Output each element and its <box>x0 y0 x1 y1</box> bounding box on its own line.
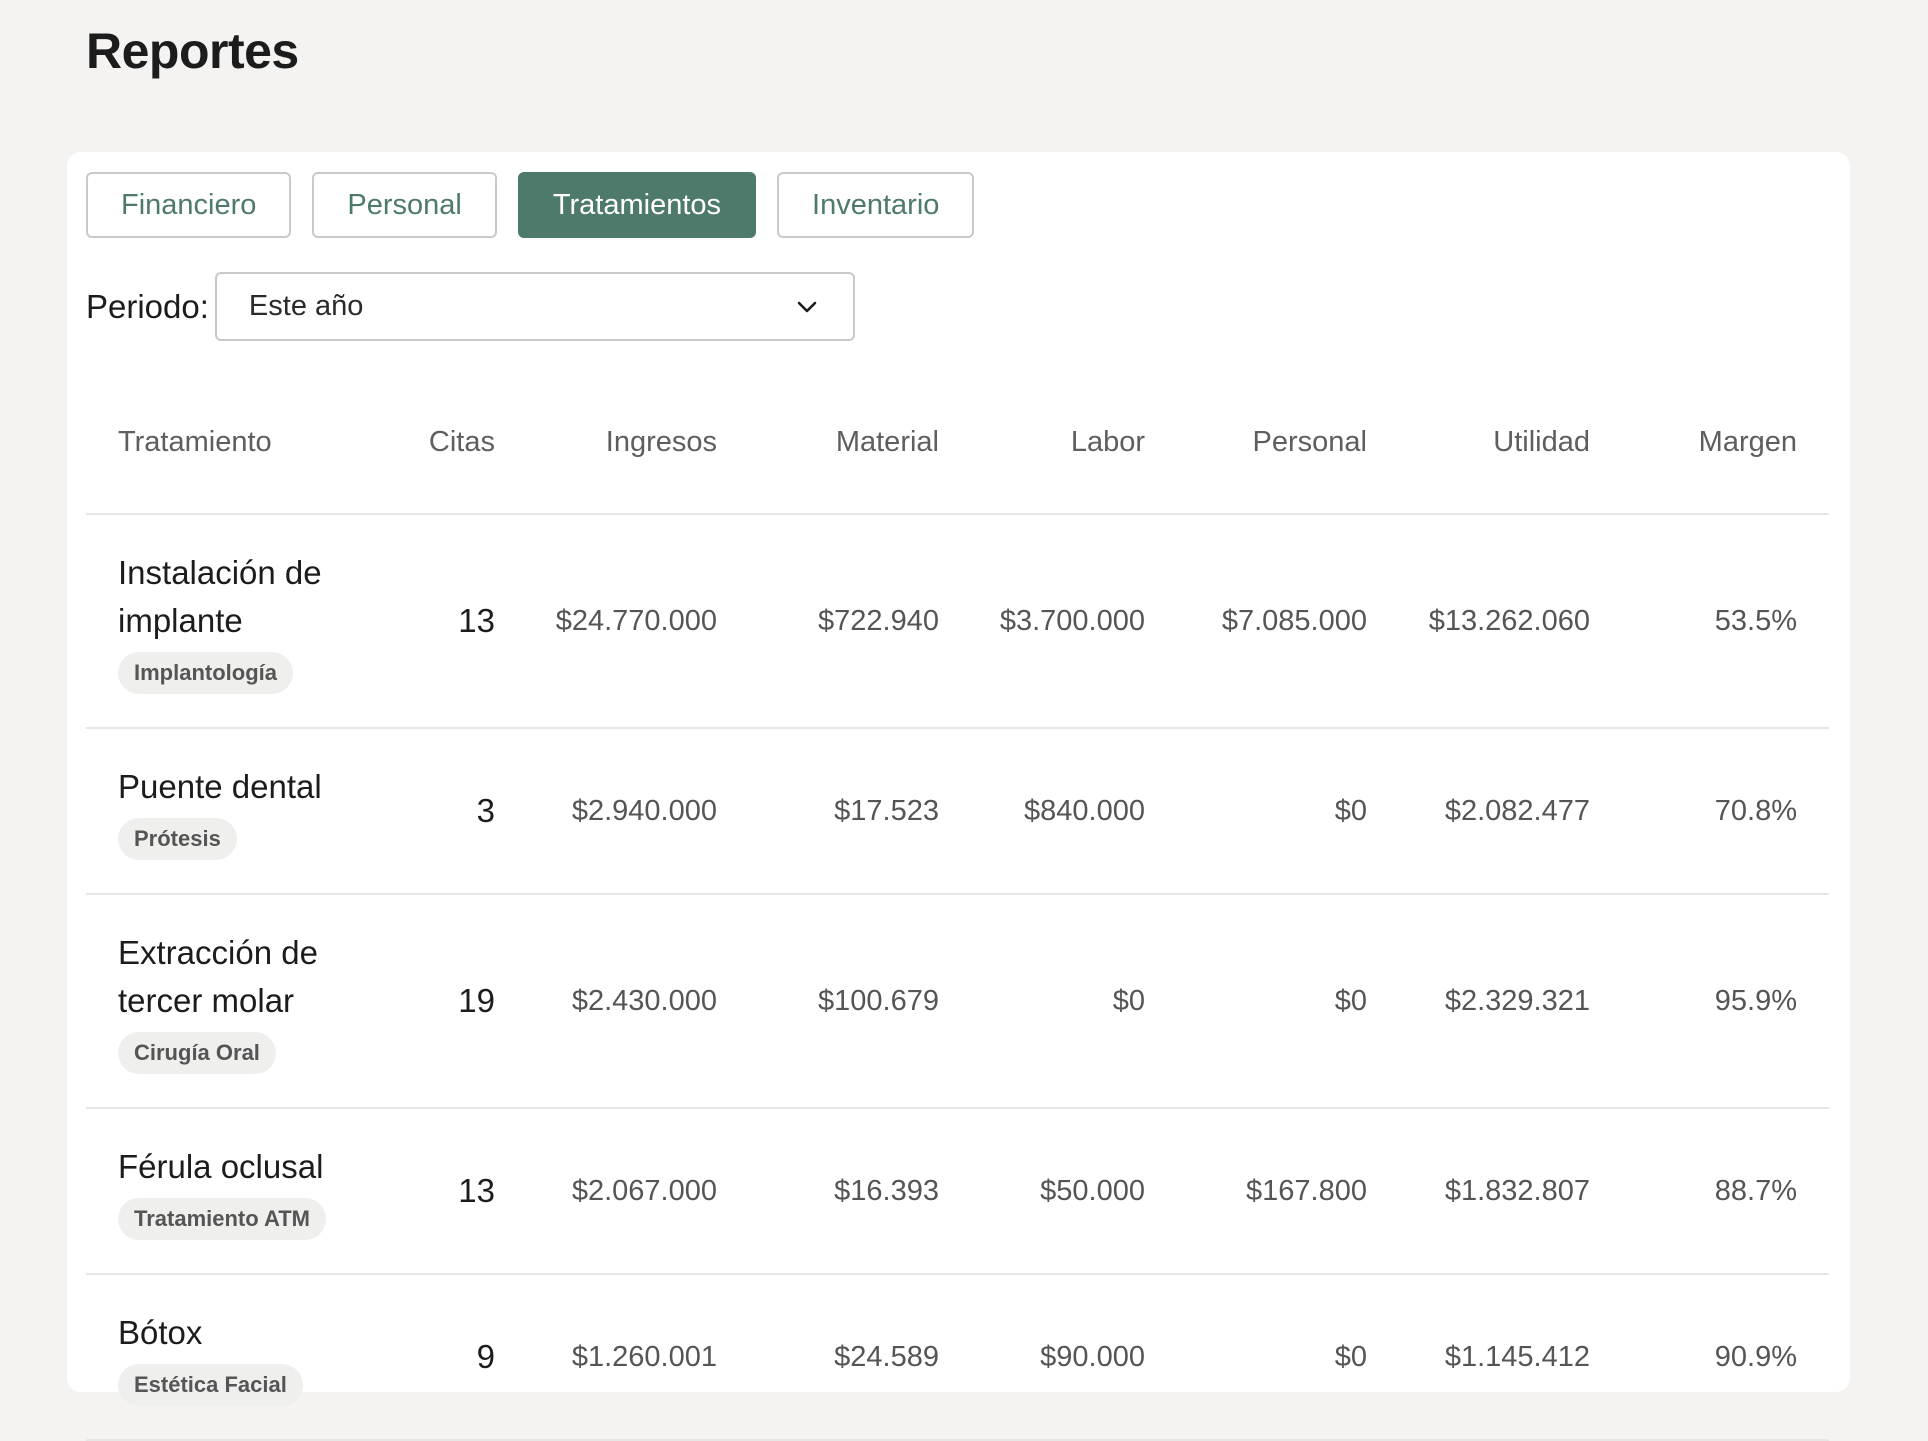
personal-cell: $167.800 <box>1177 1108 1399 1275</box>
personal-cell: $0 <box>1177 728 1399 895</box>
header-labor[interactable]: Labor <box>971 372 1177 515</box>
report-tabs: Financiero Personal Tratamientos Inventa… <box>86 172 975 238</box>
ingresos-cell: $2.067.000 <box>527 1108 749 1275</box>
labor-cell: $840.000 <box>971 728 1177 895</box>
table-row[interactable]: Extracción de tercer molar Cirugía Oral … <box>86 894 1829 1109</box>
material-cell: $16.393 <box>749 1108 971 1275</box>
margen-cell: 88.7% <box>1622 1108 1829 1275</box>
header-tratamiento[interactable]: Tratamiento <box>86 372 391 515</box>
personal-cell: $0 <box>1177 1274 1399 1441</box>
citas-cell: 9 <box>391 1274 527 1441</box>
treatment-cell: Bótox Estética Facial <box>86 1274 391 1441</box>
page-title: Reportes <box>86 23 299 79</box>
material-cell: $100.679 <box>749 894 971 1109</box>
period-selected-value: Este año <box>248 290 364 322</box>
table-header-row: Tratamiento Citas Ingresos Material Labo… <box>86 372 1829 515</box>
utilidad-cell: $2.329.321 <box>1399 894 1622 1109</box>
labor-cell: $90.000 <box>971 1274 1177 1441</box>
header-citas[interactable]: Citas <box>391 372 527 515</box>
utilidad-cell: $1.832.807 <box>1399 1108 1622 1275</box>
category-badge: Implantología <box>118 651 293 694</box>
table-row[interactable]: Instalación de implante Implantología 13… <box>86 514 1829 729</box>
material-cell: $722.940 <box>749 514 971 729</box>
period-select[interactable]: Este año <box>214 272 855 341</box>
treatment-name: Férula oclusal <box>118 1147 324 1185</box>
table-row[interactable]: Puente dental Prótesis 3 $2.940.000 $17.… <box>86 728 1829 895</box>
tab-personal[interactable]: Personal <box>312 172 497 238</box>
treatment-name: Bótox <box>118 1313 203 1351</box>
category-badge: Cirugía Oral <box>118 1031 276 1074</box>
treatment-cell: Férula oclusal Tratamiento ATM <box>86 1108 391 1275</box>
ingresos-cell: $1.260.001 <box>527 1274 749 1441</box>
personal-cell: $7.085.000 <box>1177 514 1399 729</box>
tab-tratamientos[interactable]: Tratamientos <box>517 172 757 238</box>
ingresos-cell: $24.770.000 <box>527 514 749 729</box>
utilidad-cell: $1.145.412 <box>1399 1274 1622 1441</box>
table-row[interactable]: Bótox Estética Facial 9 $1.260.001 $24.5… <box>86 1274 1829 1441</box>
ingresos-cell: $2.940.000 <box>527 728 749 895</box>
utilidad-cell: $13.262.060 <box>1399 514 1622 729</box>
category-badge: Prótesis <box>118 817 237 860</box>
header-margen[interactable]: Margen <box>1622 372 1829 515</box>
treatment-cell: Instalación de implante Implantología <box>86 514 391 729</box>
margen-cell: 95.9% <box>1622 894 1829 1109</box>
period-filter: Periodo: Este año <box>86 272 855 341</box>
header-ingresos[interactable]: Ingresos <box>527 372 749 515</box>
treatment-cell: Extracción de tercer molar Cirugía Oral <box>86 894 391 1109</box>
labor-cell: $3.700.000 <box>971 514 1177 729</box>
treatment-name: Puente dental <box>118 767 322 805</box>
period-label: Periodo: <box>86 287 209 325</box>
reports-card: Financiero Personal Tratamientos Inventa… <box>67 152 1850 1441</box>
header-utilidad[interactable]: Utilidad <box>1399 372 1622 515</box>
labor-cell: $0 <box>971 894 1177 1109</box>
header-material[interactable]: Material <box>749 372 971 515</box>
personal-cell: $0 <box>1177 894 1399 1109</box>
tab-financiero[interactable]: Financiero <box>86 172 292 238</box>
citas-cell: 19 <box>391 894 527 1109</box>
utilidad-cell: $2.082.477 <box>1399 728 1622 895</box>
treatment-cell: Puente dental Prótesis <box>86 728 391 895</box>
margen-cell: 53.5% <box>1622 514 1829 729</box>
treatments-table: Tratamiento Citas Ingresos Material Labo… <box>86 372 1829 1441</box>
margen-cell: 70.8% <box>1622 728 1829 895</box>
treatment-name: Instalación de implante <box>118 553 322 639</box>
tab-inventario[interactable]: Inventario <box>777 172 975 238</box>
citas-cell: 3 <box>391 728 527 895</box>
material-cell: $24.589 <box>749 1274 971 1441</box>
citas-cell: 13 <box>391 514 527 729</box>
category-badge: Estética Facial <box>118 1363 303 1406</box>
ingresos-cell: $2.430.000 <box>527 894 749 1109</box>
category-badge: Tratamiento ATM <box>118 1197 327 1240</box>
table-row[interactable]: Férula oclusal Tratamiento ATM 13 $2.067… <box>86 1108 1829 1275</box>
margen-cell: 90.9% <box>1622 1274 1829 1441</box>
chevron-down-icon <box>795 295 819 319</box>
material-cell: $17.523 <box>749 728 971 895</box>
header-personal[interactable]: Personal <box>1177 372 1399 515</box>
citas-cell: 13 <box>391 1108 527 1275</box>
labor-cell: $50.000 <box>971 1108 1177 1275</box>
treatment-name: Extracción de tercer molar <box>118 933 318 1019</box>
